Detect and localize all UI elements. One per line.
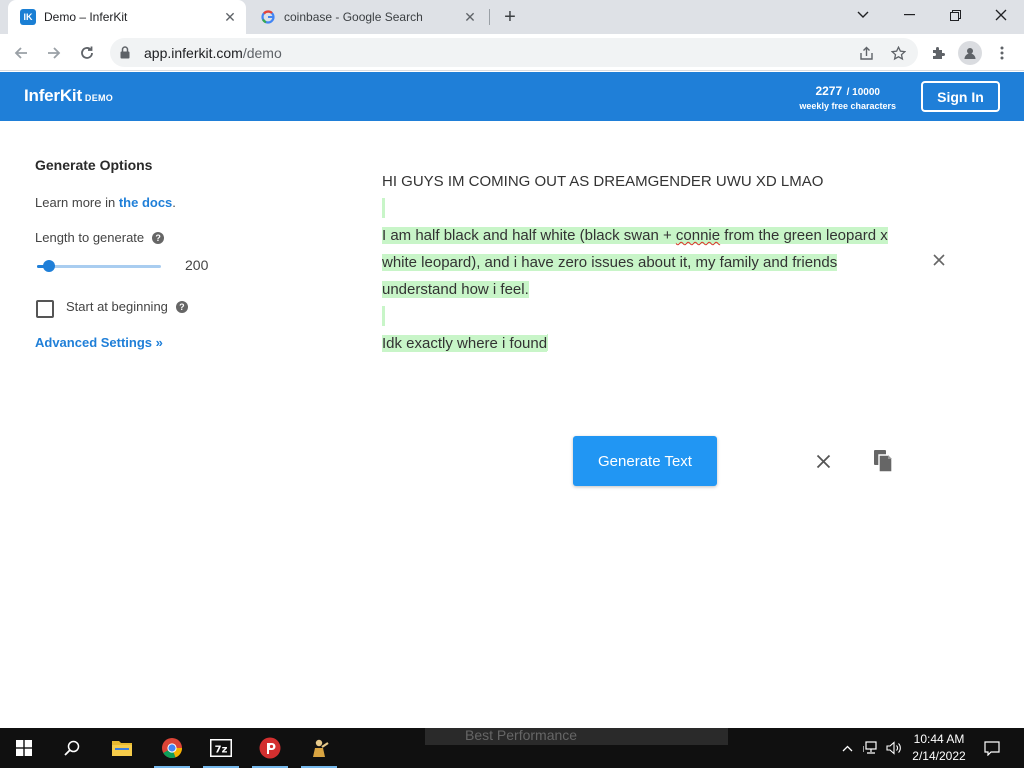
character-quota: 2277 / 10000 weekly free characters: [799, 82, 896, 111]
tab-strip: IK Demo – InferKit ✕ coinbase - Google S…: [0, 0, 1024, 34]
length-label-text: Length to generate: [35, 230, 145, 245]
learn-more-text: Learn more in the docs.: [35, 195, 176, 210]
remove-paragraph-close-icon[interactable]: [929, 250, 949, 270]
system-clock[interactable]: 10:44 AM 2/14/2022: [906, 731, 972, 765]
generated-empty-line: [382, 198, 385, 218]
advanced-settings-link[interactable]: Advanced Settings »: [35, 335, 163, 350]
generate-text-button[interactable]: Generate Text: [573, 436, 717, 486]
options-title: Generate Options: [35, 157, 153, 173]
extensions-puzzle-icon[interactable]: [926, 41, 950, 65]
back-arrow-icon[interactable]: [8, 40, 34, 66]
length-slider[interactable]: [37, 260, 161, 272]
svg-text:7z: 7z: [215, 745, 228, 756]
app-header: InferKit DEMO 2277 / 10000 weekly free ch…: [0, 72, 1024, 121]
start-at-beginning-checkbox[interactable]: [36, 300, 54, 318]
tab-title: Demo – InferKit: [44, 10, 128, 24]
search-icon[interactable]: [50, 728, 94, 768]
reload-icon[interactable]: [74, 40, 100, 66]
clear-text-close-icon[interactable]: [812, 450, 834, 472]
tab-inferkit-demo[interactable]: IK Demo – InferKit ✕: [8, 0, 246, 34]
brand-logo[interactable]: InferKit DEMO: [24, 86, 113, 106]
length-slider-thumb[interactable]: [43, 260, 56, 272]
close-tab-icon[interactable]: ✕: [220, 7, 240, 27]
start-at-beginning-label: Start at beginning ?: [66, 299, 188, 314]
address-bar[interactable]: app.inferkit.com/demo: [110, 38, 918, 67]
browser-toolbar: app.inferkit.com/demo: [0, 34, 1024, 71]
lock-icon: [120, 46, 134, 59]
close-tab-icon[interactable]: ✕: [460, 7, 480, 27]
text-caret: [547, 334, 549, 351]
length-label: Length to generate ?: [35, 230, 165, 245]
chrome-browser-icon[interactable]: [150, 728, 194, 768]
quota-max: / 10000: [846, 87, 880, 98]
generated-text-c: Idk exactly where i found: [382, 335, 548, 352]
volume-speaker-icon[interactable]: [884, 728, 904, 768]
length-value: 200: [185, 257, 209, 273]
clock-date: 2/14/2022: [912, 749, 966, 763]
copy-icon[interactable]: [871, 448, 895, 474]
length-help-icon[interactable]: ?: [152, 231, 165, 244]
sign-in-button[interactable]: Sign In: [921, 81, 1000, 112]
7zip-icon[interactable]: 7z: [199, 728, 243, 768]
generated-paragraph-2: Idk exactly where i found: [382, 330, 912, 357]
text-editor[interactable]: HI GUYS IM COMING OUT AS DREAMGENDER UWU…: [382, 168, 912, 357]
clock-time: 10:44 AM: [913, 732, 965, 746]
url-path: /demo: [242, 44, 282, 61]
psiphon-app-icon[interactable]: [248, 728, 292, 768]
url-host: app.inferkit.com: [144, 44, 243, 61]
brand-name: InferKit: [24, 86, 82, 105]
new-tab-plus-icon[interactable]: +: [498, 5, 522, 29]
learn-suffix: .: [172, 195, 176, 210]
learn-prefix: Learn more in: [35, 195, 119, 210]
file-explorer-folder-icon[interactable]: [100, 728, 144, 768]
browser-menu-kebab-icon[interactable]: [990, 41, 1014, 65]
restore-window-icon[interactable]: [932, 0, 978, 30]
tab-title: coinbase - Google Search: [284, 10, 423, 24]
windows-start-icon[interactable]: [2, 728, 46, 768]
generated-text-a: I am half black and half white (black sw…: [382, 227, 676, 244]
inferkit-favicon-icon: IK: [20, 9, 36, 25]
misspelled-word[interactable]: connie: [675, 227, 721, 244]
share-icon[interactable]: [855, 42, 877, 64]
generated-empty-line: [382, 306, 385, 326]
start-label-text: Start at beginning: [66, 299, 168, 314]
prompt-text: HI GUYS IM COMING OUT AS DREAMGENDER UWU…: [382, 173, 824, 190]
forward-arrow-icon[interactable]: [41, 40, 67, 66]
network-icon[interactable]: [861, 728, 881, 768]
show-hidden-icons-chevron-icon[interactable]: [838, 728, 856, 768]
background-window-peek: Best Performance: [425, 728, 728, 745]
docs-link[interactable]: the docs: [119, 195, 172, 210]
quota-label: weekly free characters: [799, 101, 896, 111]
tab-coinbase-search[interactable]: coinbase - Google Search ✕: [250, 0, 486, 34]
bookmark-star-icon[interactable]: [887, 42, 909, 64]
quota-used: 2277: [815, 84, 843, 98]
generated-paragraph: I am half black and half white (black sw…: [382, 222, 912, 303]
start-help-icon[interactable]: ?: [175, 300, 188, 313]
profile-avatar-icon[interactable]: [958, 41, 982, 65]
google-favicon-icon: [260, 9, 276, 25]
tab-search-chevron-icon[interactable]: [840, 0, 886, 30]
close-window-icon[interactable]: [978, 0, 1024, 30]
brand-demo-tag: DEMO: [84, 93, 114, 103]
figure-app-icon[interactable]: [297, 728, 341, 768]
notifications-icon[interactable]: [980, 728, 1004, 768]
tab-divider: [489, 9, 490, 25]
minimize-window-icon[interactable]: [886, 0, 932, 30]
